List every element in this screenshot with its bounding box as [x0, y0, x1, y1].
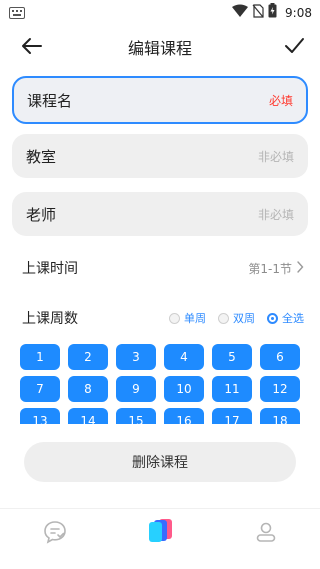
class-time-value: 第1-1节 — [248, 261, 292, 276]
teacher-field[interactable]: 老师 非必填 — [12, 192, 308, 236]
keyboard-icon — [9, 4, 25, 23]
week-options: 单周 双周 全选 — [169, 310, 304, 326]
week-button[interactable]: 18 — [260, 408, 300, 424]
option-odd-weeks-label: 单周 — [184, 312, 206, 325]
week-button[interactable]: 11 — [212, 376, 252, 402]
weeks-row: 上课周数 单周 双周 全选 — [22, 308, 304, 328]
class-time-value-wrap: 第1-1节 — [248, 260, 304, 277]
radio-select-all[interactable] — [267, 312, 278, 324]
radio-even-weeks[interactable] — [218, 312, 229, 324]
app-header: 编辑课程 — [0, 24, 320, 68]
option-select-all[interactable]: 全选 — [267, 310, 304, 326]
profile-icon[interactable] — [253, 519, 279, 545]
weeks-label: 上课周数 — [22, 311, 78, 327]
option-odd-weeks[interactable]: 单周 — [169, 310, 206, 326]
gesture-bar — [0, 553, 320, 569]
week-button[interactable]: 13 — [20, 408, 60, 424]
page-title: 编辑课程 — [127, 39, 192, 58]
course-name-field[interactable]: 课程名 必填 — [12, 76, 308, 124]
week-button[interactable]: 7 — [20, 376, 60, 402]
week-button[interactable]: 6 — [260, 344, 300, 370]
week-button[interactable]: 5 — [212, 344, 252, 370]
option-even-weeks[interactable]: 双周 — [218, 310, 255, 326]
week-button[interactable]: 4 — [164, 344, 204, 370]
course-name-hint: 必填 — [268, 93, 293, 108]
week-button[interactable]: 2 — [68, 344, 108, 370]
schedule-cards-icon[interactable] — [146, 515, 176, 545]
week-button[interactable]: 16 — [164, 408, 204, 424]
radio-odd-weeks[interactable] — [169, 312, 180, 324]
week-button[interactable]: 10 — [164, 376, 204, 402]
week-button[interactable]: 12 — [260, 376, 300, 402]
class-time-row[interactable]: 上课时间 第1-1节 — [22, 258, 304, 278]
week-button[interactable]: 14 — [68, 408, 108, 424]
delete-course-button[interactable]: 删除课程 — [24, 442, 296, 482]
week-grid: 1 2 3 4 5 6 7 8 9 10 11 12 13 14 15 16 17 18 — [20, 344, 300, 424]
classroom-hint: 非必填 — [257, 149, 294, 164]
clock-time: 9:08 — [285, 5, 312, 20]
option-even-weeks-label: 双周 — [233, 312, 255, 325]
week-button[interactable]: 17 — [212, 408, 252, 424]
classroom-field[interactable]: 教室 非必填 — [12, 134, 308, 178]
classroom-label: 教室 — [26, 147, 57, 166]
status-bar: 9:08 — [0, 0, 320, 24]
no-sim-icon — [252, 3, 264, 22]
course-name-label: 课程名 — [27, 91, 73, 110]
chat-check-icon[interactable] — [42, 519, 68, 545]
week-button[interactable]: 15 — [116, 408, 156, 424]
battery-charging-icon — [268, 3, 277, 22]
bottom-nav — [0, 508, 320, 554]
wifi-icon — [232, 3, 249, 22]
teacher-label: 老师 — [26, 205, 57, 224]
week-button[interactable]: 8 — [68, 376, 108, 402]
class-time-label: 上课时间 — [22, 261, 78, 277]
checkmark-icon[interactable] — [282, 34, 306, 58]
week-button[interactable]: 3 — [116, 344, 156, 370]
option-select-all-label: 全选 — [282, 312, 304, 325]
teacher-hint: 非必填 — [257, 207, 294, 222]
week-button[interactable]: 9 — [116, 376, 156, 402]
chevron-right-icon — [296, 260, 304, 276]
week-button[interactable]: 1 — [20, 344, 60, 370]
